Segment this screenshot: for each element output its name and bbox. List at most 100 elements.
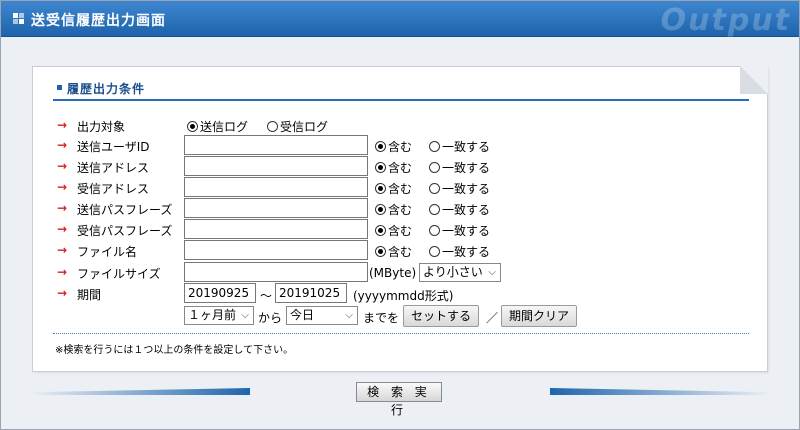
radio-exact[interactable]: 一致する [429,138,490,155]
radio-label: 含む [388,224,413,238]
radio-exact[interactable]: 一致する [429,201,490,218]
made-label: までを [363,311,400,325]
row-filesize: → ファイルサイズ (MByte) より小さい ⌵ [57,262,757,282]
radio-dot [429,141,440,152]
radio-dot [375,162,386,173]
relative-to-select[interactable]: 今日 ⌵ [286,306,358,325]
arrow-icon: → [57,222,68,236]
radio-recv-log[interactable]: 受信ログ [267,118,328,135]
row-filename: → ファイル名 含む 一致する [57,240,757,260]
period-from-input[interactable]: 20190925 [184,283,256,303]
radio-label: 一致する [442,224,491,238]
radio-dot [267,121,278,132]
radio-contains[interactable]: 含む [375,180,412,197]
field-label: ファイル名 [77,245,138,259]
radio-label: 一致する [442,140,491,154]
radio-exact[interactable]: 一致する [429,180,490,197]
period-to-input[interactable]: 20191025 [275,283,347,303]
select-value: 今日 [290,308,315,322]
radio-contains[interactable]: 含む [375,243,412,260]
filesize-input[interactable] [184,262,368,282]
radio-label: 含む [388,203,413,217]
row-recipient-address: → 受信アドレス 含む 一致する [57,177,757,197]
radio-contains[interactable]: 含む [375,138,412,155]
search-execute-button[interactable]: 検 索 実 行 [356,382,442,417]
field-label: 期間 [77,288,102,302]
radio-exact[interactable]: 一致する [429,159,490,176]
select-value: より小さい [423,265,483,279]
radio-dot [429,246,440,257]
field-label: ファイルサイズ [77,267,161,281]
app-icon [13,13,25,25]
radio-dot [187,121,198,132]
send-passphrase-input[interactable] [184,198,368,218]
arrow-icon: → [57,159,68,173]
select-value: １ヶ月前 [188,308,237,322]
field-label: 送信パスフレーズ [77,203,173,217]
header-watermark: Output [660,3,791,38]
arrow-icon: → [57,138,68,152]
sender-address-input[interactable] [184,156,368,176]
radio-dot [375,246,386,257]
clear-period-button[interactable]: 期間クリア [501,305,577,327]
arrow-icon: → [57,243,68,257]
radio-label: 一致する [442,182,491,196]
row-sender-id: → 送信ユーザID 含む 一致する [57,135,757,155]
radio-send-log[interactable]: 送信ログ [187,118,248,135]
panel-fold-corner [740,66,768,94]
sender-id-input[interactable] [184,135,368,155]
dotted-divider [53,333,749,334]
radio-label: 含む [388,140,413,154]
unit-label: (MByte) [369,266,417,280]
radio-label: 一致する [442,245,491,259]
chevron-down-icon: ⌵ [241,310,249,321]
title-divider [53,99,749,101]
field-label: 送信アドレス [77,161,150,175]
header-bar: 送受信履歴出力画面 Output [1,1,799,38]
radio-contains[interactable]: 含む [375,159,412,176]
tilde-label: ～ [260,289,273,303]
row-period: → 期間 20190925 ～ 20191025 (yyyymmdd形式) [57,283,757,303]
radio-label: 一致する [442,203,491,217]
field-label: 出力対象 [77,120,126,134]
recipient-address-input[interactable] [184,177,368,197]
radio-label: 受信ログ [280,120,329,134]
radio-dot [429,225,440,236]
row-sender-address: → 送信アドレス 含む 一致する [57,156,757,176]
search-note: ※検索を行うには１つ以上の条件を設定して下さい。 [55,345,294,356]
panel-title: 履歴出力条件 [67,82,146,96]
arrow-icon: → [57,265,68,279]
radio-exact[interactable]: 一致する [429,243,490,260]
radio-dot [375,183,386,194]
radio-dot [429,204,440,215]
recv-passphrase-input[interactable] [184,219,368,239]
arrow-icon: → [57,180,68,194]
arrow-icon: → [57,118,68,132]
radio-exact[interactable]: 一致する [429,222,490,239]
slash-label: ／ [486,311,499,325]
radio-label: 送信ログ [200,120,249,134]
arrow-icon: → [57,201,68,215]
radio-dot [429,183,440,194]
page-title: 送受信履歴出力画面 [31,13,166,29]
filename-input[interactable] [184,240,368,260]
field-label: 送信ユーザID [77,140,150,154]
arrow-icon: → [57,286,68,300]
row-send-passphrase: → 送信パスフレーズ 含む 一致する [57,198,757,218]
radio-contains[interactable]: 含む [375,222,412,239]
radio-label: 含む [388,161,413,175]
radio-label: 含む [388,245,413,259]
radio-contains[interactable]: 含む [375,201,412,218]
radio-label: 一致する [442,161,491,175]
set-period-button[interactable]: セットする [403,305,479,327]
chevron-down-icon: ⌵ [488,267,496,278]
radio-dot [375,141,386,152]
kara-label: から [258,311,283,325]
field-label: 受信アドレス [77,182,150,196]
radio-dot [375,225,386,236]
radio-dot [375,204,386,215]
chevron-down-icon: ⌵ [345,310,353,321]
relative-from-select[interactable]: １ヶ月前 ⌵ [184,306,254,325]
size-comparison-select[interactable]: より小さい ⌵ [419,263,501,282]
panel-title-bullet-icon [57,85,62,90]
